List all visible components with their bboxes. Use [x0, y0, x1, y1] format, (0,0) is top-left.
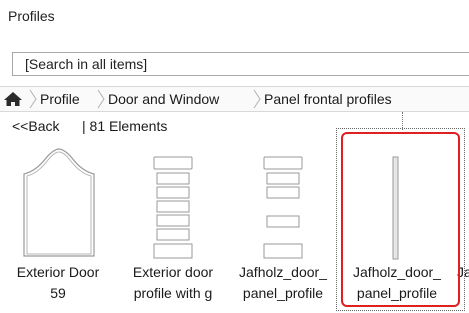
tile-label: Jafholz_door_ panel_profile [239, 264, 327, 301]
tile-label: Exterior door profile with g [132, 264, 214, 301]
breadcrumb-separator-icon [97, 89, 105, 109]
breadcrumb-item-panel-frontal-profiles[interactable]: Panel frontal profiles [264, 91, 392, 107]
panel-title: Profiles [8, 8, 55, 24]
three-panel-profile-icon [263, 156, 303, 259]
profile-tile-exterior-door-profile[interactable]: Exterior door profile with g [117, 130, 229, 313]
tile-label: Exterior Door 59 [16, 264, 100, 301]
profile-tile-jafholz-door-panel-profile[interactable]: Jafholz_door_ panel_profile [227, 130, 339, 313]
search-placeholder: [Search in all items] [25, 56, 148, 72]
breadcrumb-separator-icon [29, 89, 37, 109]
selection-highlight [341, 132, 460, 307]
breadcrumb-item-profile[interactable]: Profile [40, 91, 80, 107]
home-icon[interactable] [3, 90, 23, 108]
stacked-panel-profile-icon [153, 156, 193, 259]
arched-door-profile-icon [23, 148, 95, 257]
search-input[interactable]: [Search in all items] [12, 52, 469, 76]
profile-tile-exterior-door-59[interactable]: Exterior Door 59 [2, 130, 114, 313]
breadcrumb-separator-icon [253, 89, 261, 109]
breadcrumb: Profile Door and Window Panel frontal pr… [0, 86, 469, 112]
breadcrumb-item-door-and-window[interactable]: Door and Window [108, 91, 219, 107]
